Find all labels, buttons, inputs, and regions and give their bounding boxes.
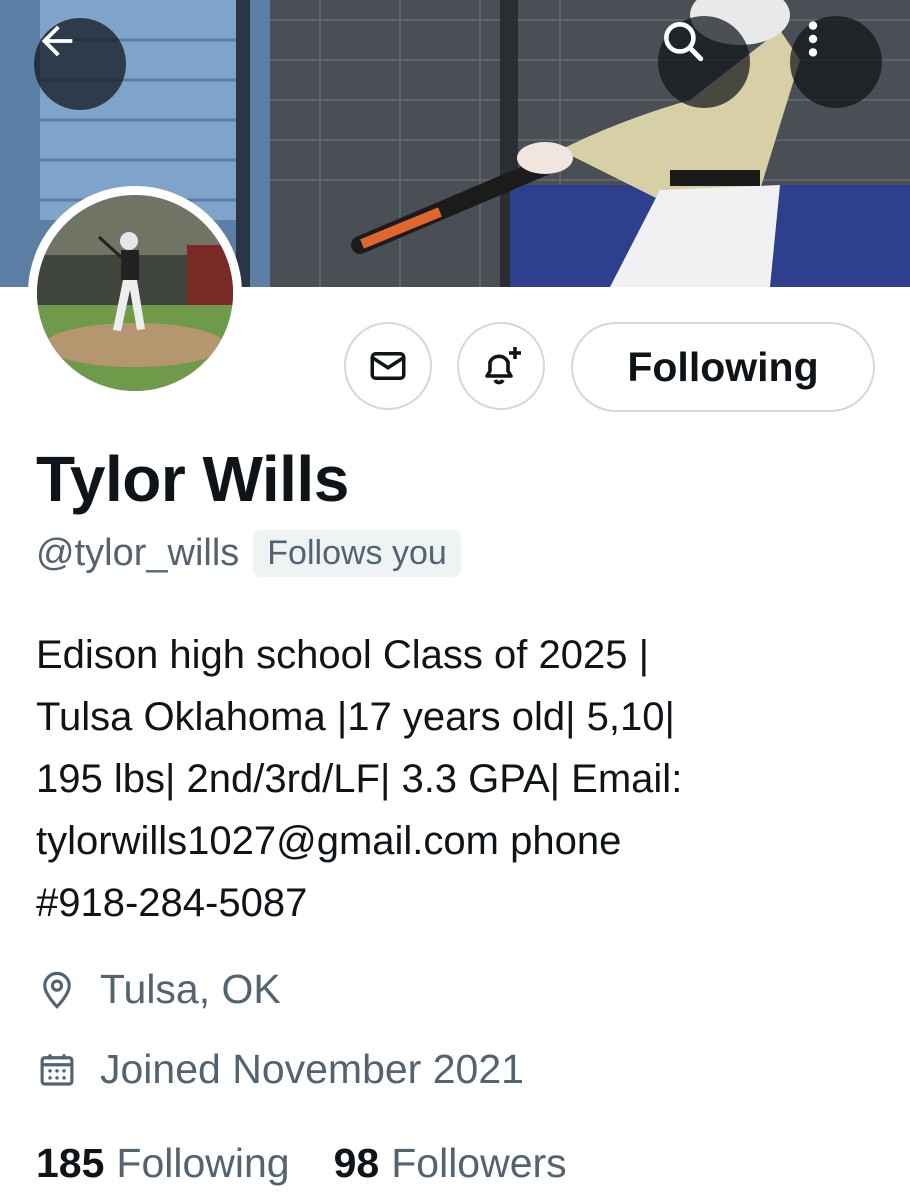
more-options-button[interactable] — [790, 16, 882, 108]
more-vertical-icon — [808, 21, 818, 57]
search-button[interactable] — [658, 16, 750, 108]
message-button[interactable] — [344, 322, 432, 410]
location-text: Tulsa, OK — [100, 966, 281, 1012]
followers-count: 98 — [333, 1140, 380, 1186]
followers-stat-link[interactable]: 98 Followers — [334, 1140, 567, 1187]
handle-row: @tylor_wills Follows you — [36, 530, 461, 577]
location-row: Tulsa, OK — [36, 966, 281, 1013]
profile-bio: Edison high school Class of 2025 | Tulsa… — [36, 633, 683, 925]
following-stat-link[interactable]: 185 Following — [36, 1140, 290, 1187]
arrow-left-icon — [41, 25, 73, 57]
notifications-button[interactable] — [457, 322, 545, 410]
follows-you-badge: Follows you — [253, 530, 461, 577]
location-pin-icon — [43, 971, 71, 1009]
back-button[interactable] — [34, 18, 126, 110]
envelope-icon — [370, 352, 406, 380]
joined-row: Joined November 2021 — [36, 1046, 524, 1093]
bell-plus-icon — [485, 347, 521, 385]
search-icon — [664, 22, 704, 62]
following-label: Following — [116, 1140, 290, 1186]
calendar-icon — [40, 1053, 74, 1086]
following-count: 185 — [36, 1140, 105, 1186]
avatar-photo — [37, 195, 233, 391]
profile-handle: @tylor_wills — [36, 532, 240, 574]
followers-label: Followers — [391, 1140, 567, 1186]
avatar[interactable] — [28, 186, 242, 400]
joined-text: Joined November 2021 — [100, 1046, 524, 1092]
profile-name: Tylor Wills — [36, 443, 349, 515]
following-button[interactable]: Following — [571, 322, 875, 412]
follow-stats: 185 Following 98 Followers — [36, 1140, 611, 1187]
